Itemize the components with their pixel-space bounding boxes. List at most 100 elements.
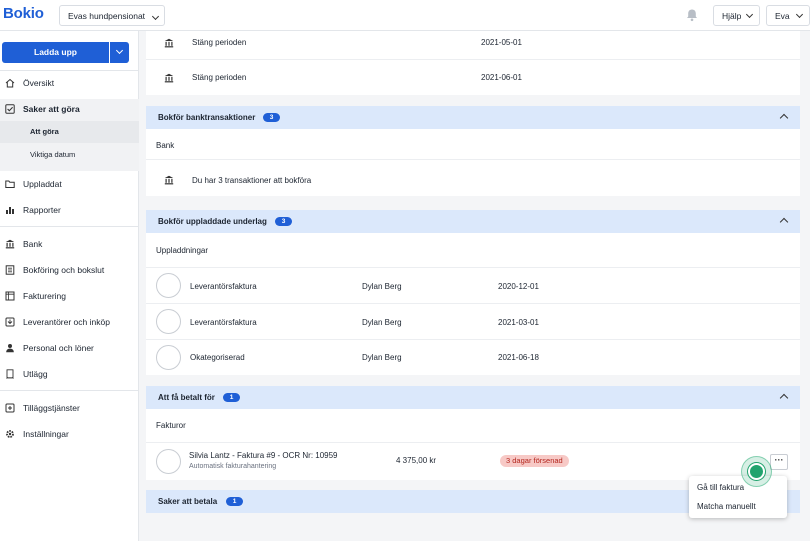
sidebar-item-label: Fakturering xyxy=(23,291,66,301)
chevron-up-icon[interactable] xyxy=(779,393,789,403)
upload-options-toggle[interactable] xyxy=(110,42,129,63)
notification-bell-icon[interactable] xyxy=(685,8,699,22)
help-label: Hjälp xyxy=(722,11,742,21)
sidebar-item-fakturering[interactable]: Fakturering xyxy=(0,285,139,307)
sidebar-divider xyxy=(0,390,139,391)
invoice-subtext: Automatisk fakturahantering xyxy=(189,463,277,470)
invoice-title: Silvia Lantz - Faktura #9 - OCR Nr: 1095… xyxy=(189,451,338,460)
inbox-icon xyxy=(5,317,15,327)
cursor-dot xyxy=(748,463,765,480)
help-menu-button[interactable]: Hjälp xyxy=(713,5,760,26)
sidebar-item-oversikt[interactable]: Översikt xyxy=(0,72,139,94)
section-subtitle-row: Fakturor xyxy=(146,409,800,442)
sidebar-item-utlagg[interactable]: Utlägg xyxy=(0,363,139,385)
sidebar-item-label: Översikt xyxy=(23,78,55,88)
document-thumbnail xyxy=(156,309,181,334)
section-title: Bokför uppladdade underlag xyxy=(158,217,267,226)
sidebar-divider xyxy=(0,226,139,227)
invoice-thumbnail xyxy=(156,449,181,474)
menu-item-match-manually[interactable]: Matcha manuellt xyxy=(697,502,756,511)
menu-item-go-to-invoice[interactable]: Gå till faktura xyxy=(697,483,744,492)
upload-date: 2021-03-01 xyxy=(498,318,539,327)
addon-icon xyxy=(5,403,15,413)
sidebar-divider xyxy=(0,70,139,71)
invoice-amount: 4 375,00 kr xyxy=(396,456,437,465)
sidebar-item-label: Tilläggstjänster xyxy=(23,403,80,413)
chevron-down-icon xyxy=(795,10,804,19)
chevron-down-icon xyxy=(151,11,160,21)
table-row[interactable]: Leverantörsfaktura Dylan Berg 2020-12-01 xyxy=(146,267,800,303)
bank-icon xyxy=(5,239,15,249)
sidebar-item-label: Utlägg xyxy=(23,369,48,379)
more-options-button[interactable]: ··· xyxy=(770,454,788,470)
sidebar-item-label: Personal och löner xyxy=(23,343,94,353)
count-badge: 3 xyxy=(275,217,292,226)
sidebar-item-leverantorer[interactable]: Leverantörer och inköp xyxy=(0,311,139,333)
list-item[interactable]: Du har 3 transaktioner att bokföra xyxy=(146,159,800,196)
list-item[interactable]: Stäng perioden 2021-05-01 xyxy=(146,31,800,56)
period-date: 2021-06-01 xyxy=(481,73,522,82)
section-subtitle: Fakturor xyxy=(156,421,186,430)
count-badge: 3 xyxy=(263,113,280,122)
ledger-icon xyxy=(5,265,15,275)
period-date: 2021-05-01 xyxy=(481,38,522,47)
upload-type: Okategoriserad xyxy=(190,353,245,362)
upload-date: 2020-12-01 xyxy=(498,282,539,291)
count-badge: 1 xyxy=(226,497,243,506)
sidebar-item-label: Inställningar xyxy=(23,429,69,439)
upload-button[interactable]: Ladda upp xyxy=(2,42,109,63)
gear-icon xyxy=(6,430,14,438)
upload-type: Leverantörsfaktura xyxy=(190,318,257,327)
sidebar-item-rapporter[interactable]: Rapporter xyxy=(0,199,139,221)
invoice-context-menu: Gå till faktura Matcha manuellt xyxy=(689,476,787,518)
sidebar-item-att-gora[interactable]: Att göra xyxy=(0,121,139,143)
chevron-down-icon xyxy=(745,10,754,19)
chevron-up-icon[interactable] xyxy=(779,113,789,123)
sidebar-item-label: Leverantörer och inköp xyxy=(23,317,110,327)
company-selector[interactable]: Evas hundpensionat xyxy=(59,5,165,26)
section-title: Bokför banktransaktioner xyxy=(158,113,256,122)
section-header-uploads[interactable]: Bokför uppladdade underlag 3 xyxy=(146,210,800,233)
company-name: Evas hundpensionat xyxy=(68,11,146,21)
count-badge: 1 xyxy=(223,393,240,402)
document-thumbnail xyxy=(156,345,181,370)
table-row[interactable]: Silvia Lantz - Faktura #9 - OCR Nr: 1095… xyxy=(146,442,800,480)
upload-person: Dylan Berg xyxy=(362,282,402,291)
section-header-bank[interactable]: Bokför banktransaktioner 3 xyxy=(146,106,800,129)
section-subtitle-row: Bank xyxy=(146,129,800,159)
bokio-logo[interactable]: Bokio xyxy=(3,5,44,22)
sidebar-item-personal[interactable]: Personal och löner xyxy=(0,337,139,359)
sidebar-item-bank[interactable]: Bank xyxy=(0,233,139,255)
list-item[interactable]: Stäng perioden 2021-06-01 xyxy=(146,59,800,94)
section-subtitle-row: Uppladdningar xyxy=(146,233,800,267)
sidebar-item-bokforing[interactable]: Bokföring och bokslut xyxy=(0,259,139,281)
user-menu-button[interactable]: Eva xyxy=(766,5,810,26)
section-header-receivables[interactable]: Att få betalt för 1 xyxy=(146,386,800,409)
chevron-down-icon xyxy=(115,46,124,55)
bank-icon xyxy=(164,73,174,83)
transactions-text: Du har 3 transaktioner att bokföra xyxy=(192,176,312,185)
invoice-icon xyxy=(5,291,15,301)
sidebar-item-saker-att-gora[interactable]: Saker att göra xyxy=(0,98,139,120)
table-row[interactable]: Okategoriserad Dylan Berg 2021-06-18 xyxy=(146,339,800,375)
sidebar-item-installningar[interactable]: Inställningar xyxy=(0,423,139,445)
chart-icon xyxy=(6,207,14,214)
sidebar-item-label: Rapporter xyxy=(23,205,61,215)
sidebar-item-viktiga-datum[interactable]: Viktiga datum xyxy=(0,144,139,166)
upload-person: Dylan Berg xyxy=(362,353,402,362)
section-title: Saker att betala xyxy=(158,497,218,506)
bank-icon xyxy=(164,38,174,48)
sidebar-item-uppladdat[interactable]: Uppladdat xyxy=(0,173,139,195)
sidebar-item-tillaggstjanster[interactable]: Tilläggstjänster xyxy=(0,397,139,419)
upload-person: Dylan Berg xyxy=(362,318,402,327)
upload-date: 2021-06-18 xyxy=(498,353,539,362)
table-row[interactable]: Leverantörsfaktura Dylan Berg 2021-03-01 xyxy=(146,303,800,339)
checkbox-icon xyxy=(5,104,15,114)
receipt-icon xyxy=(6,369,14,379)
user-name: Eva xyxy=(775,11,790,21)
sidebar-item-label: Bokföring och bokslut xyxy=(23,265,105,275)
sidebar-item-label: Bank xyxy=(23,239,43,249)
chevron-up-icon[interactable] xyxy=(779,217,789,227)
period-label: Stäng perioden xyxy=(192,73,247,82)
home-icon xyxy=(5,78,15,88)
